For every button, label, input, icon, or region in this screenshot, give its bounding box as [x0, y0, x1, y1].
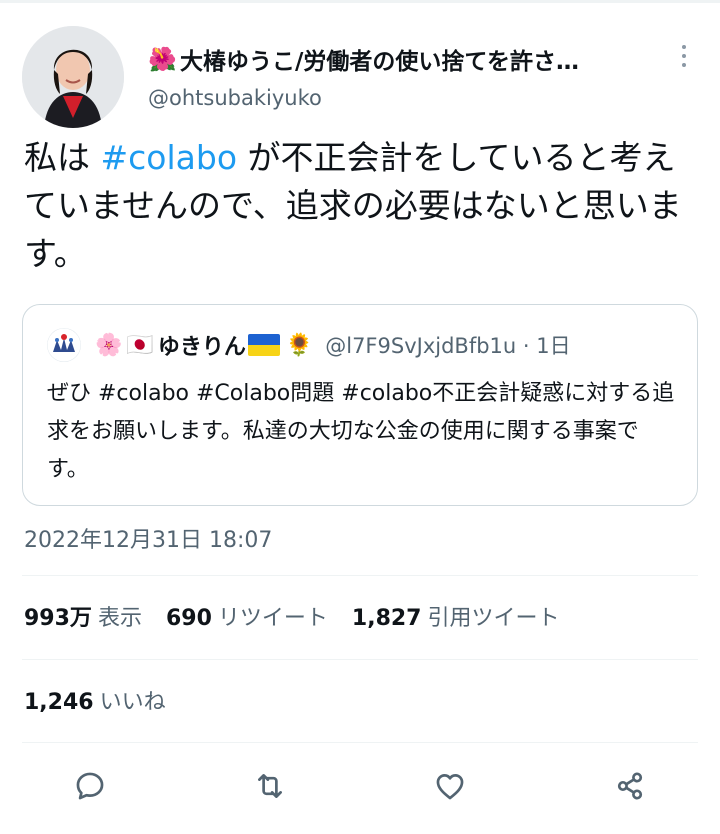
views-label: 表示 — [97, 606, 142, 631]
more-dot-icon — [682, 63, 686, 67]
author-name-row[interactable]: 🌺 大椿ゆうこ/労働者の使い捨てを許さ… — [148, 42, 668, 76]
share-icon — [617, 772, 643, 800]
hashtag-link[interactable]: #colabo — [101, 138, 238, 177]
ukraine-flag-icon — [247, 334, 280, 356]
reply-icon — [76, 772, 104, 800]
retweet-button[interactable] — [250, 766, 290, 806]
author-avatar[interactable] — [22, 26, 124, 128]
retweets-count[interactable]: 690 — [166, 606, 212, 631]
quotes-label[interactable]: 引用ツイート — [428, 600, 560, 632]
tweet-timestamp[interactable]: 2022年12月31日 18:07 — [24, 522, 272, 554]
reply-button[interactable] — [70, 766, 110, 806]
divider — [22, 659, 698, 660]
views-count: 993万 — [24, 606, 92, 631]
tweet-text: 私は #colabo が不正会計をしていると考えていませんので、追求の必要はない… — [24, 134, 696, 278]
more-options-button[interactable] — [672, 40, 696, 72]
quoted-author-name[interactable]: ゆきりん — [158, 329, 246, 361]
quoted-tweet-card[interactable]: 🌸 🇯🇵 ゆきりん 🌻 @l7F9SvJxjdBfb1u · 1日 ぜひ #co… — [22, 304, 698, 506]
quoted-tweet-header: 🌸 🇯🇵 ゆきりん 🌻 @l7F9SvJxjdBfb1u · 1日 — [47, 327, 571, 363]
japan-flag-icon: 🇯🇵 — [126, 332, 154, 358]
divider — [22, 742, 698, 743]
like-icon — [436, 774, 464, 800]
likes-label[interactable]: いいね — [100, 684, 166, 716]
author-display-name[interactable]: 大椿ゆうこ/労働者の使い捨てを許さ… — [180, 42, 579, 76]
tweet-text-part: 私は — [24, 138, 101, 177]
hibiscus-icon: 🌺 — [148, 46, 177, 73]
cherry-blossom-icon: 🌸 — [95, 332, 123, 358]
like-button[interactable] — [430, 766, 470, 806]
retweets-label[interactable]: リツイート — [218, 600, 328, 632]
likes-row[interactable]: 1,246 いいね — [24, 684, 190, 716]
author-handle[interactable]: @ohtsubakiyuko — [148, 86, 322, 110]
likes-count[interactable]: 1,246 — [24, 690, 94, 715]
sunflower-icon: 🌻 — [285, 332, 314, 358]
quoted-author-handle-time[interactable]: @l7F9SvJxjdBfb1u · 1日 — [325, 330, 570, 360]
share-button[interactable] — [610, 766, 650, 806]
quotes-count[interactable]: 1,827 — [352, 606, 422, 631]
stats-row: 993万 表示 690 リツイート 1,827 引用ツイート — [24, 600, 584, 632]
quoted-author-avatar[interactable] — [47, 328, 81, 362]
avatar-photo — [22, 26, 124, 128]
more-dot-icon — [682, 54, 686, 58]
more-dot-icon — [682, 45, 686, 49]
top-divider — [0, 0, 720, 3]
retweet-icon — [258, 774, 282, 798]
quoted-tweet-text: ぜひ #colabo #Colabo問題 #colabo不正会計疑惑に対する追求… — [47, 381, 675, 482]
divider — [22, 575, 698, 576]
